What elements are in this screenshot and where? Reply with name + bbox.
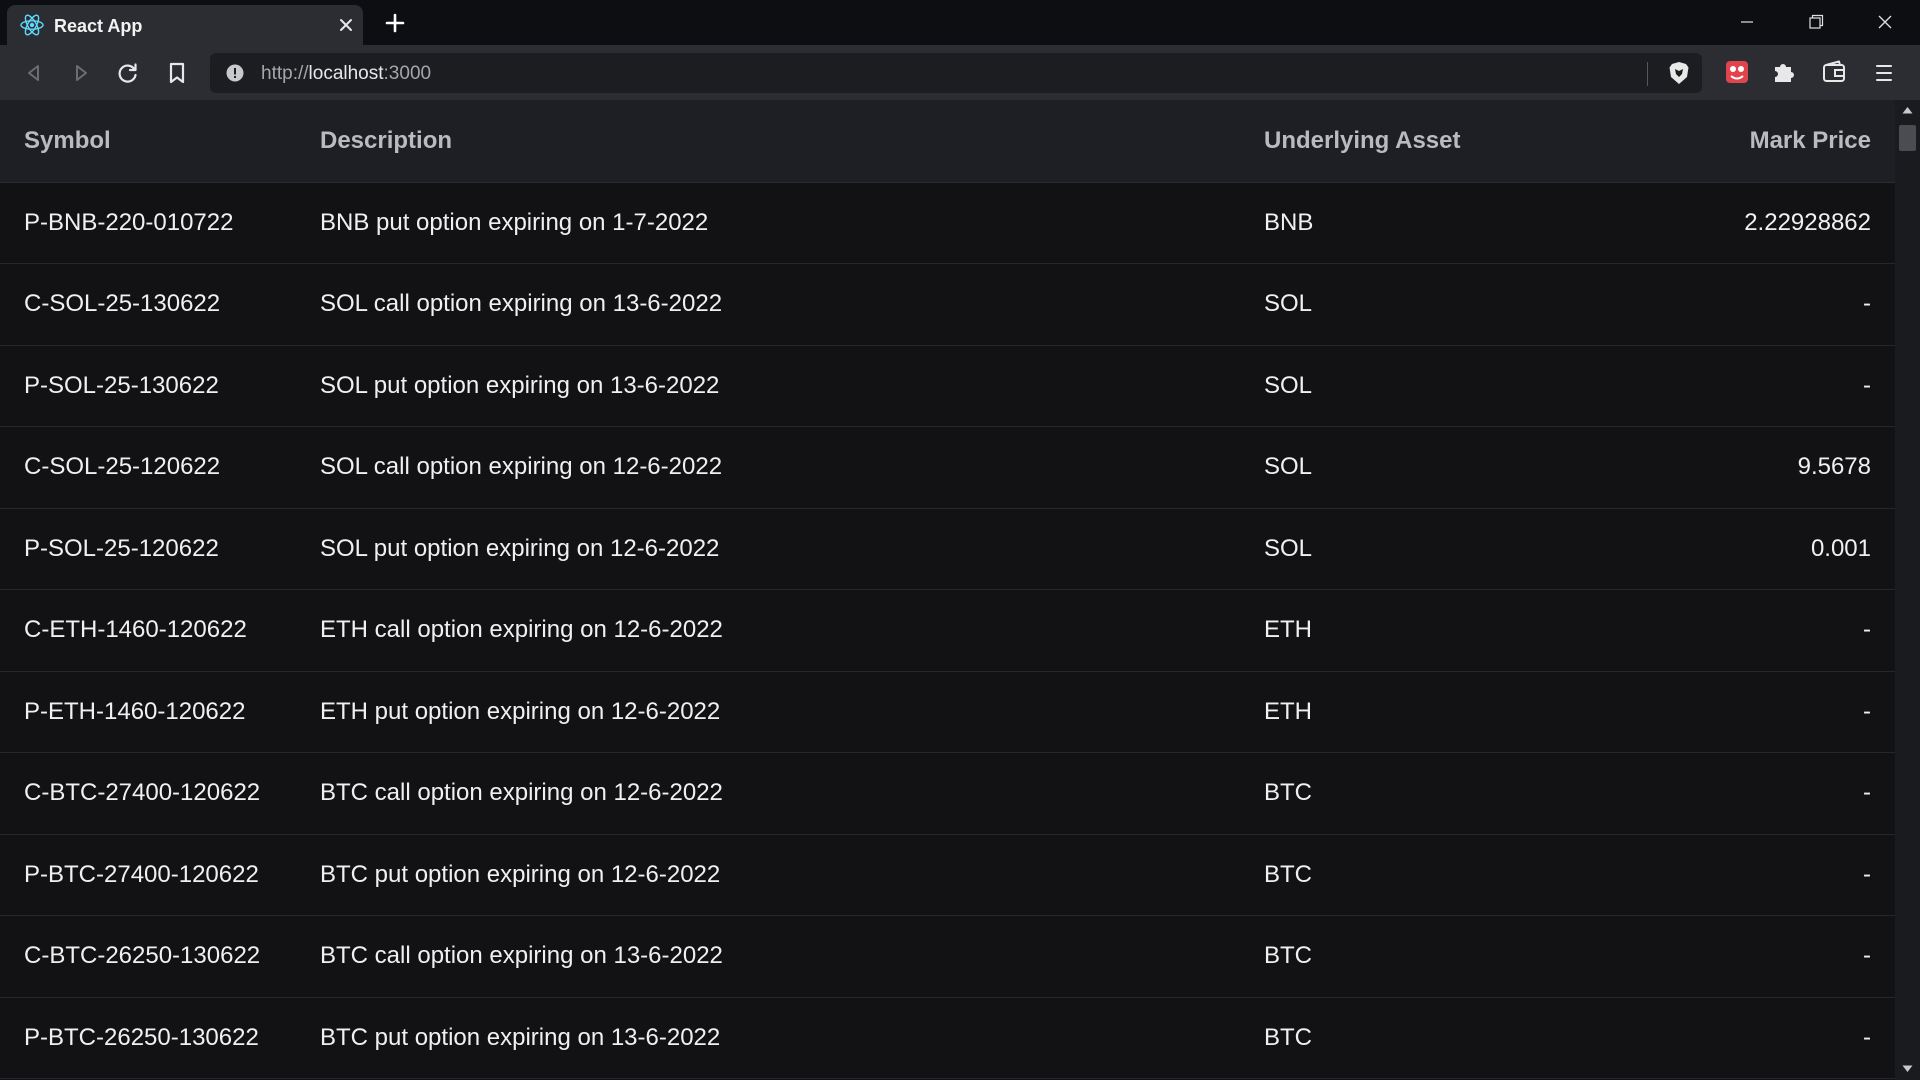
table-row[interactable]: C-BTC-26250-130622 BTC call option expir… — [0, 915, 1895, 998]
cell-description: BTC call option expiring on 12-6-2022 — [296, 752, 1240, 835]
scroll-down-arrow-icon[interactable] — [1901, 1064, 1914, 1074]
cell-description: ETH call option expiring on 12-6-2022 — [296, 589, 1240, 672]
table-row[interactable]: P-BTC-26250-130622 BTC put option expiri… — [0, 997, 1895, 1079]
close-window-icon[interactable] — [1862, 6, 1908, 38]
browser-toolbar: http://localhost:3000 — [0, 45, 1920, 100]
table-row[interactable]: C-SOL-25-120622 SOL call option expiring… — [0, 426, 1895, 509]
tab-react-app[interactable]: React App — [7, 5, 363, 45]
column-header-symbol[interactable]: Symbol — [0, 100, 296, 183]
page-viewport: Symbol Description Underlying Asset Mark… — [0, 100, 1895, 1080]
column-header-underlying-asset[interactable]: Underlying Asset — [1240, 100, 1660, 183]
table-row[interactable]: P-ETH-1460-120622 ETH put option expirin… — [0, 671, 1895, 753]
minimize-icon[interactable] — [1724, 6, 1770, 38]
url-scheme: http:// — [261, 63, 309, 84]
cell-underlying-asset: BNB — [1240, 182, 1660, 264]
cell-symbol: P-ETH-1460-120622 — [0, 671, 296, 753]
address-bar[interactable]: http://localhost:3000 — [210, 53, 1702, 93]
column-header-mark-price[interactable]: Mark Price — [1660, 100, 1895, 183]
scroll-up-arrow-icon[interactable] — [1901, 105, 1914, 115]
scrollbar-thumb[interactable] — [1899, 125, 1916, 151]
cell-symbol: C-SOL-25-130622 — [0, 263, 296, 346]
cell-symbol: P-BNB-220-010722 — [0, 182, 296, 264]
cell-underlying-asset: BTC — [1240, 834, 1660, 916]
cell-symbol: C-SOL-25-120622 — [0, 426, 296, 509]
cell-symbol: P-BTC-27400-120622 — [0, 834, 296, 916]
cell-description: BTC put option expiring on 13-6-2022 — [296, 997, 1240, 1079]
table-row[interactable]: C-ETH-1460-120622 ETH call option expiri… — [0, 589, 1895, 672]
cell-description: ETH put option expiring on 12-6-2022 — [296, 671, 1240, 753]
cell-description: SOL put option expiring on 13-6-2022 — [296, 345, 1240, 427]
address-bar-divider — [1647, 62, 1648, 86]
cell-mark-price: - — [1660, 752, 1895, 835]
info-icon[interactable] — [226, 64, 244, 82]
cell-underlying-asset: SOL — [1240, 345, 1660, 427]
cell-underlying-asset: BTC — [1240, 915, 1660, 998]
cell-mark-price: - — [1660, 263, 1895, 346]
cell-symbol: P-SOL-25-120622 — [0, 508, 296, 590]
cell-underlying-asset: ETH — [1240, 671, 1660, 753]
cell-description: BNB put option expiring on 1-7-2022 — [296, 182, 1240, 264]
cell-description: BTC put option expiring on 12-6-2022 — [296, 834, 1240, 916]
cell-underlying-asset: SOL — [1240, 263, 1660, 346]
cell-underlying-asset: SOL — [1240, 426, 1660, 509]
vertical-scrollbar[interactable] — [1895, 100, 1920, 1080]
cell-symbol: C-BTC-26250-130622 — [0, 915, 296, 998]
puzzle-icon[interactable] — [1770, 58, 1798, 86]
table-row[interactable]: P-BTC-27400-120622 BTC put option expiri… — [0, 834, 1895, 916]
back-icon[interactable] — [20, 59, 48, 87]
restore-icon[interactable] — [1793, 6, 1839, 38]
cell-mark-price: 0.001 — [1660, 508, 1895, 590]
cell-description: SOL call option expiring on 13-6-2022 — [296, 263, 1240, 346]
react-icon — [20, 14, 44, 36]
cell-mark-price: - — [1660, 834, 1895, 916]
cell-underlying-asset: BTC — [1240, 997, 1660, 1079]
cell-description: SOL call option expiring on 12-6-2022 — [296, 426, 1240, 509]
wallet-icon[interactable] — [1820, 58, 1848, 86]
cell-mark-price: 2.22928862 — [1660, 182, 1895, 264]
forward-icon[interactable] — [67, 59, 95, 87]
tab-title: React App — [54, 16, 143, 36]
menu-icon[interactable] — [1870, 59, 1898, 87]
options-table: Symbol Description Underlying Asset Mark… — [0, 100, 1895, 1079]
cell-mark-price: - — [1660, 345, 1895, 427]
table-row[interactable]: P-BNB-220-010722 BNB put option expiring… — [0, 182, 1895, 264]
cell-symbol: P-SOL-25-130622 — [0, 345, 296, 427]
url-host: localhost — [308, 63, 384, 84]
table-row[interactable]: C-SOL-25-130622 SOL call option expiring… — [0, 263, 1895, 346]
reload-icon[interactable] — [114, 59, 142, 87]
bookmark-icon[interactable] — [163, 59, 191, 87]
cell-mark-price: 9.5678 — [1660, 426, 1895, 509]
cell-symbol: C-ETH-1460-120622 — [0, 589, 296, 672]
cell-mark-price: - — [1660, 997, 1895, 1079]
new-tab-icon[interactable] — [381, 10, 409, 36]
table-header-row: Symbol Description Underlying Asset Mark… — [0, 100, 1895, 183]
close-tab-icon[interactable] — [335, 14, 357, 36]
url-port: :3000 — [383, 63, 432, 84]
cell-mark-price: - — [1660, 915, 1895, 998]
cell-underlying-asset: ETH — [1240, 589, 1660, 672]
table-row[interactable]: P-SOL-25-130622 SOL put option expiring … — [0, 345, 1895, 427]
cell-underlying-asset: BTC — [1240, 752, 1660, 835]
extension-icon[interactable] — [1723, 58, 1751, 86]
browser-tab-bar: React App — [0, 0, 1920, 45]
cell-mark-price: - — [1660, 589, 1895, 672]
cell-description: BTC call option expiring on 13-6-2022 — [296, 915, 1240, 998]
cell-symbol: C-BTC-27400-120622 — [0, 752, 296, 835]
table-row[interactable]: C-BTC-27400-120622 BTC call option expir… — [0, 752, 1895, 835]
brave-shield-icon[interactable] — [1666, 60, 1692, 86]
url-text[interactable]: http://localhost:3000 — [261, 63, 431, 85]
cell-symbol: P-BTC-26250-130622 — [0, 997, 296, 1079]
cell-underlying-asset: SOL — [1240, 508, 1660, 590]
column-header-description[interactable]: Description — [296, 100, 1240, 183]
cell-mark-price: - — [1660, 671, 1895, 753]
table-row[interactable]: P-SOL-25-120622 SOL put option expiring … — [0, 508, 1895, 590]
cell-description: SOL put option expiring on 12-6-2022 — [296, 508, 1240, 590]
